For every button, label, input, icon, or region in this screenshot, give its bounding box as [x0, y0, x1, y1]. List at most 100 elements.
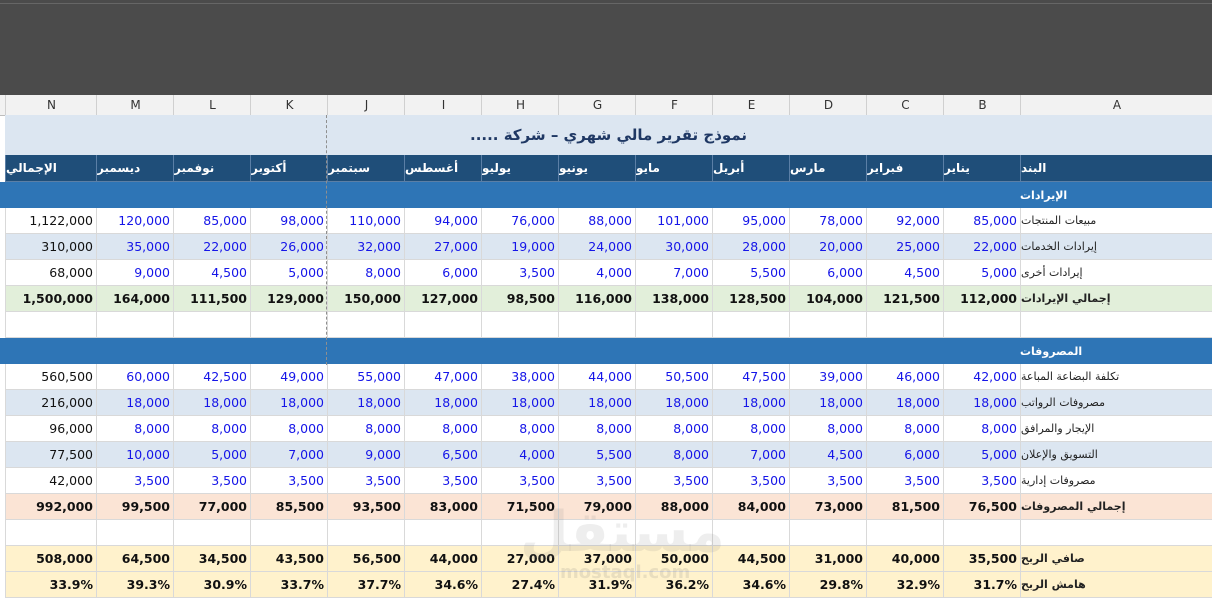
- total-cell[interactable]: 1,500,000: [5, 286, 96, 312]
- value-cell[interactable]: 18,000: [96, 390, 173, 416]
- value-cell[interactable]: 35,500: [943, 546, 1020, 572]
- value-cell[interactable]: 7,000: [250, 442, 327, 468]
- empty-cell[interactable]: [481, 312, 558, 338]
- value-cell[interactable]: 98,500: [481, 286, 558, 312]
- empty-cell[interactable]: [5, 520, 96, 546]
- value-cell[interactable]: 25,000: [866, 234, 943, 260]
- total-cell[interactable]: 1,122,000: [5, 208, 96, 234]
- value-cell[interactable]: 49,000: [250, 364, 327, 390]
- value-cell[interactable]: 5,500: [558, 442, 635, 468]
- empty-cell[interactable]: [866, 520, 943, 546]
- row-label[interactable]: إجمالي الإيرادات: [1020, 286, 1212, 312]
- value-cell[interactable]: 8,000: [250, 416, 327, 442]
- total-cell[interactable]: 33.9%: [5, 572, 96, 598]
- header-month[interactable]: أكتوبر: [250, 155, 327, 182]
- value-cell[interactable]: 84,000: [712, 494, 789, 520]
- value-cell[interactable]: 31.9%: [558, 572, 635, 598]
- row-label[interactable]: مصروفات إدارية: [1020, 468, 1212, 494]
- value-cell[interactable]: 7,000: [635, 260, 712, 286]
- value-cell[interactable]: 3,500: [481, 260, 558, 286]
- column-header-f[interactable]: F: [635, 95, 713, 115]
- empty-cell[interactable]: [327, 520, 404, 546]
- empty-cell[interactable]: [558, 520, 635, 546]
- column-header-k[interactable]: K: [250, 95, 328, 115]
- row-label[interactable]: تكلفة البضاعة المباعة: [1020, 364, 1212, 390]
- value-cell[interactable]: 44,500: [712, 546, 789, 572]
- total-cell[interactable]: 96,000: [5, 416, 96, 442]
- empty-cell[interactable]: [5, 312, 96, 338]
- empty-cell[interactable]: [789, 312, 866, 338]
- value-cell[interactable]: 38,000: [481, 364, 558, 390]
- empty-cell[interactable]: [943, 520, 1020, 546]
- column-header-e[interactable]: E: [712, 95, 790, 115]
- value-cell[interactable]: 7,000: [712, 442, 789, 468]
- value-cell[interactable]: 50,000: [635, 546, 712, 572]
- value-cell[interactable]: 3,500: [635, 468, 712, 494]
- value-cell[interactable]: 3,500: [943, 468, 1020, 494]
- value-cell[interactable]: 60,000: [96, 364, 173, 390]
- empty-cell[interactable]: [250, 312, 327, 338]
- total-cell[interactable]: 77,500: [5, 442, 96, 468]
- value-cell[interactable]: 30,000: [635, 234, 712, 260]
- value-cell[interactable]: 18,000: [943, 390, 1020, 416]
- value-cell[interactable]: 8,000: [866, 416, 943, 442]
- header-month[interactable]: يونيو: [558, 155, 635, 182]
- value-cell[interactable]: 128,500: [712, 286, 789, 312]
- empty-cell[interactable]: [866, 312, 943, 338]
- empty-cell[interactable]: [789, 520, 866, 546]
- value-cell[interactable]: 101,000: [635, 208, 712, 234]
- value-cell[interactable]: 32,000: [327, 234, 404, 260]
- value-cell[interactable]: 77,000: [173, 494, 250, 520]
- row-label[interactable]: إيرادات الخدمات: [1020, 234, 1212, 260]
- value-cell[interactable]: 78,000: [789, 208, 866, 234]
- value-cell[interactable]: 99,500: [96, 494, 173, 520]
- value-cell[interactable]: 44,000: [404, 546, 481, 572]
- value-cell[interactable]: 6,000: [789, 260, 866, 286]
- value-cell[interactable]: 46,000: [866, 364, 943, 390]
- value-cell[interactable]: 3,500: [250, 468, 327, 494]
- value-cell[interactable]: 9,000: [96, 260, 173, 286]
- value-cell[interactable]: 138,000: [635, 286, 712, 312]
- empty-cell[interactable]: [96, 312, 173, 338]
- value-cell[interactable]: 8,000: [327, 260, 404, 286]
- value-cell[interactable]: 5,500: [712, 260, 789, 286]
- value-cell[interactable]: 93,500: [327, 494, 404, 520]
- header-month[interactable]: يناير: [943, 155, 1020, 182]
- empty-cell[interactable]: [96, 520, 173, 546]
- value-cell[interactable]: 85,000: [173, 208, 250, 234]
- value-cell[interactable]: 4,000: [481, 442, 558, 468]
- value-cell[interactable]: 35,000: [96, 234, 173, 260]
- value-cell[interactable]: 39.3%: [96, 572, 173, 598]
- value-cell[interactable]: 3,500: [789, 468, 866, 494]
- header-item[interactable]: البند: [1020, 155, 1212, 182]
- value-cell[interactable]: 34,500: [173, 546, 250, 572]
- value-cell[interactable]: 8,000: [712, 416, 789, 442]
- total-cell[interactable]: 68,000: [5, 260, 96, 286]
- column-header-j[interactable]: J: [327, 95, 405, 115]
- value-cell[interactable]: 111,500: [173, 286, 250, 312]
- value-cell[interactable]: 112,000: [943, 286, 1020, 312]
- header-month[interactable]: مايو: [635, 155, 712, 182]
- value-cell[interactable]: 31,000: [789, 546, 866, 572]
- empty-cell[interactable]: [250, 520, 327, 546]
- value-cell[interactable]: 150,000: [327, 286, 404, 312]
- value-cell[interactable]: 5,000: [943, 442, 1020, 468]
- header-month[interactable]: فبراير: [866, 155, 943, 182]
- value-cell[interactable]: 94,000: [404, 208, 481, 234]
- value-cell[interactable]: 18,000: [712, 390, 789, 416]
- total-cell[interactable]: 508,000: [5, 546, 96, 572]
- value-cell[interactable]: 8,000: [789, 416, 866, 442]
- value-cell[interactable]: 4,500: [866, 260, 943, 286]
- empty-cell[interactable]: [635, 520, 712, 546]
- value-cell[interactable]: 47,000: [404, 364, 481, 390]
- value-cell[interactable]: 37.7%: [327, 572, 404, 598]
- row-label[interactable]: الإيجار والمرافق: [1020, 416, 1212, 442]
- value-cell[interactable]: 73,000: [789, 494, 866, 520]
- value-cell[interactable]: 127,000: [404, 286, 481, 312]
- column-header-l[interactable]: L: [173, 95, 251, 115]
- value-cell[interactable]: 43,500: [250, 546, 327, 572]
- header-month[interactable]: يوليو: [481, 155, 558, 182]
- value-cell[interactable]: 98,000: [250, 208, 327, 234]
- value-cell[interactable]: 129,000: [250, 286, 327, 312]
- empty-cell[interactable]: [173, 312, 250, 338]
